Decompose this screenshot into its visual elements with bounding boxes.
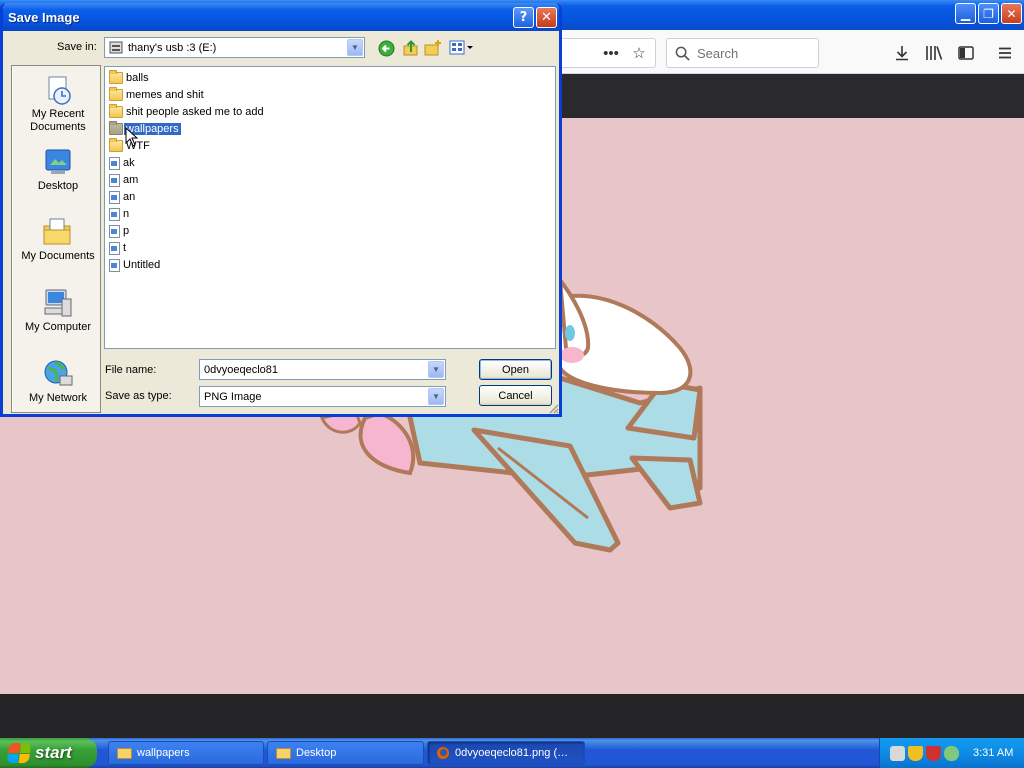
safely-remove-hardware-icon[interactable] xyxy=(944,745,959,761)
taskbar-item-desktop[interactable]: Desktop xyxy=(267,741,424,765)
file-list[interactable]: balls memes and shit shit people asked m… xyxy=(104,66,556,349)
place-my-documents[interactable]: My Documents xyxy=(13,216,103,263)
help-button[interactable]: ? xyxy=(513,7,534,28)
recent-documents-icon xyxy=(48,76,71,105)
alert-shield-icon[interactable] xyxy=(926,745,941,761)
folder-icon xyxy=(109,70,123,84)
resize-grip-icon[interactable] xyxy=(547,402,559,414)
save-as-type-value: PNG Image xyxy=(204,390,262,403)
firefox-icon xyxy=(437,747,449,759)
start-button[interactable]: start xyxy=(0,738,97,768)
place-label: My Documents xyxy=(21,250,95,262)
my-documents-icon xyxy=(43,218,71,245)
folder-icon xyxy=(117,747,132,759)
more-icon[interactable]: ••• xyxy=(600,42,622,64)
desktop-icon xyxy=(45,149,71,174)
image-file-icon xyxy=(109,258,120,272)
security-shield-icon[interactable] xyxy=(908,745,923,761)
bookmark-star-icon[interactable]: ☆ xyxy=(628,42,650,64)
search-icon xyxy=(675,46,690,61)
dialog-close-button[interactable]: ✕ xyxy=(536,7,557,28)
folder-icon xyxy=(109,87,123,101)
list-item[interactable]: Untitled xyxy=(109,257,160,273)
chevron-down-icon[interactable]: ▼ xyxy=(428,388,444,405)
places-bar: My Recent Documents Desktop My Documents xyxy=(11,65,101,413)
save-as-type-label: Save as type: xyxy=(105,390,172,402)
place-label: My Computer xyxy=(24,321,92,333)
image-file-icon xyxy=(109,156,120,170)
taskbar-item-firefox[interactable]: 0dvyoeqeclo81.png (… xyxy=(427,741,585,765)
open-button[interactable]: Open xyxy=(479,359,552,380)
taskbar-item-wallpapers[interactable]: wallpapers xyxy=(108,741,264,765)
network-tray-icon[interactable] xyxy=(890,745,905,761)
list-item[interactable]: balls xyxy=(109,70,149,86)
place-label: My Recent xyxy=(31,108,85,120)
folder-icon xyxy=(109,104,123,118)
list-item[interactable]: n xyxy=(109,206,129,222)
image-file-icon xyxy=(109,173,120,187)
search-input[interactable]: Search xyxy=(666,38,819,68)
dialog-titlebar[interactable]: Save Image xyxy=(3,3,559,31)
new-folder-icon[interactable] xyxy=(424,39,442,57)
address-bar[interactable]: ••• ☆ xyxy=(560,38,656,68)
dialog-title: Save Image xyxy=(8,10,80,25)
list-item[interactable]: ak xyxy=(109,155,135,171)
image-file-icon xyxy=(109,190,120,204)
usb-drive-icon xyxy=(109,41,123,54)
back-icon[interactable] xyxy=(378,40,395,57)
up-folder-icon[interactable] xyxy=(402,39,420,57)
mouse-cursor-icon xyxy=(125,127,138,147)
cancel-button[interactable]: Cancel xyxy=(479,385,552,406)
my-network-icon xyxy=(44,360,73,386)
save-in-dropdown[interactable]: thany's usb :3 (E:) ▼ xyxy=(104,37,365,58)
list-item[interactable]: an xyxy=(109,189,135,205)
image-file-icon xyxy=(109,207,120,221)
chevron-down-icon[interactable]: ▼ xyxy=(347,39,363,56)
restore-button[interactable]: ❐ xyxy=(978,3,999,24)
folder-icon xyxy=(109,121,123,135)
minimize-button[interactable]: ▁ xyxy=(955,3,976,24)
my-computer-icon xyxy=(44,289,72,317)
save-image-dialog: Save Image ? ✕ Save in: thany's usb :3 (… xyxy=(0,3,562,417)
image-file-icon xyxy=(109,224,120,238)
save-in-value: thany's usb :3 (E:) xyxy=(128,41,217,54)
chevron-down-icon[interactable]: ▼ xyxy=(428,361,444,378)
library-icon[interactable] xyxy=(923,42,945,64)
place-label: Documents xyxy=(30,121,86,133)
place-my-computer[interactable]: My Computer xyxy=(13,287,103,334)
taskbar: start wallpapers Desktop 0dvyoeqeclo81.p… xyxy=(0,738,1024,768)
menu-icon[interactable] xyxy=(994,42,1016,64)
list-item[interactable]: shit people asked me to add xyxy=(109,104,264,120)
place-label: My Network xyxy=(28,392,88,404)
folder-icon xyxy=(109,138,123,152)
list-item[interactable]: am xyxy=(109,172,138,188)
file-name-input[interactable]: 0dvyoeqeclo81 ▼ xyxy=(199,359,446,380)
file-name-label: File name: xyxy=(105,364,157,376)
search-placeholder: Search xyxy=(697,45,739,61)
file-name-value: 0dvyoeqeclo81 xyxy=(204,363,279,376)
windows-logo-icon xyxy=(6,743,32,763)
save-as-type-dropdown[interactable]: PNG Image ▼ xyxy=(199,386,446,407)
folder-icon xyxy=(276,747,291,759)
list-item[interactable]: p xyxy=(109,223,129,239)
list-item[interactable]: t xyxy=(109,240,126,256)
close-button[interactable]: ✕ xyxy=(1001,3,1022,24)
place-desktop[interactable]: Desktop xyxy=(13,146,103,193)
views-menu-icon[interactable] xyxy=(449,40,475,56)
sidebar-icon[interactable] xyxy=(955,42,977,64)
image-file-icon xyxy=(109,241,120,255)
place-my-recent-documents[interactable]: My Recent Documents xyxy=(13,74,103,134)
downloads-icon[interactable] xyxy=(891,42,913,64)
list-item[interactable]: memes and shit xyxy=(109,87,204,103)
browser-image-footer xyxy=(0,694,1024,738)
system-tray: 3:31 AM xyxy=(879,738,1024,768)
save-in-label: Save in: xyxy=(57,41,97,53)
place-my-network[interactable]: My Network xyxy=(13,358,103,405)
place-label: Desktop xyxy=(37,180,79,192)
start-label: start xyxy=(35,743,72,762)
clock[interactable]: 3:31 AM xyxy=(973,747,1013,759)
list-item-selected[interactable]: wallpapers xyxy=(109,121,181,137)
